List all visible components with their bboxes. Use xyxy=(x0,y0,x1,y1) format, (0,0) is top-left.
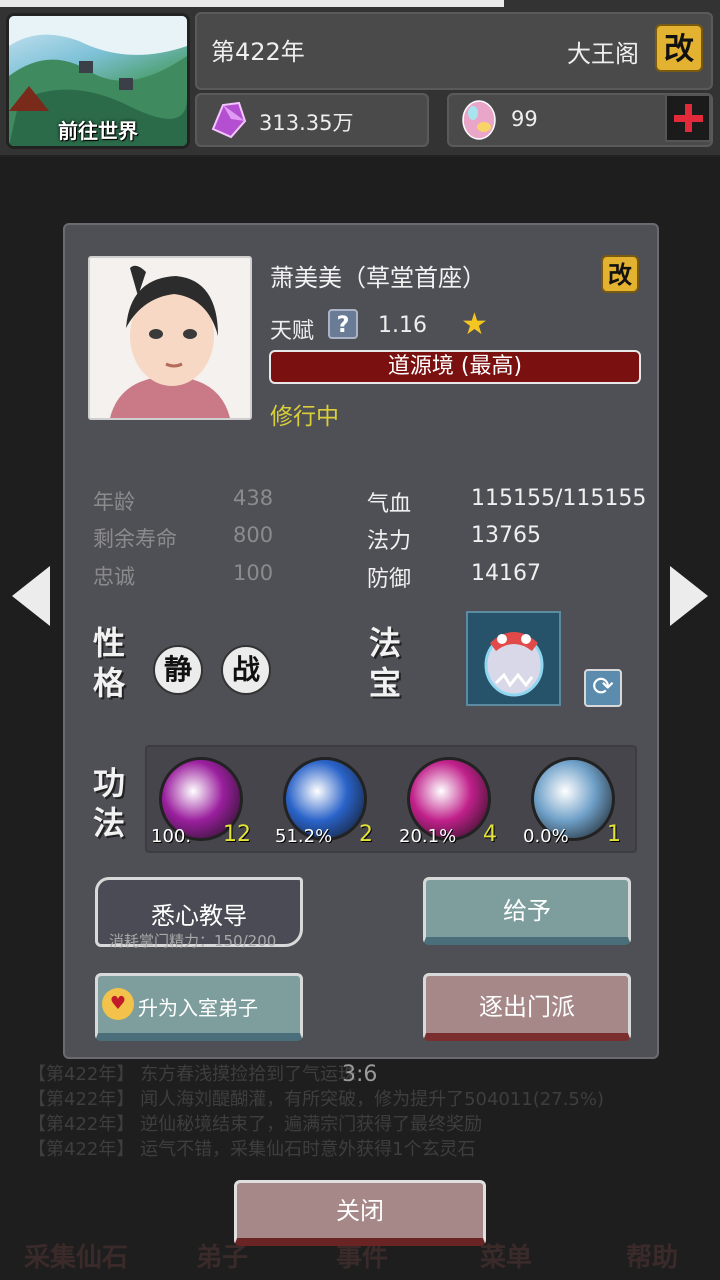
spirit-stone-count: 313.35万 xyxy=(259,111,354,135)
promote-button-label: 升为入室弟子 xyxy=(138,996,258,1020)
stat-label-lifespan: 剩余寿命 xyxy=(93,527,177,551)
skill-level: 4 xyxy=(483,822,497,847)
log-line: 【第422年】 运气不错，采集仙石时意外获得1个玄灵石 xyxy=(28,1139,476,1160)
top-bar: 前往世界 第422年 大王阁 改 313.35万 99 xyxy=(0,0,720,157)
nav-help[interactable]: 帮助 xyxy=(626,1237,678,1274)
gem-panel: 99 xyxy=(447,93,713,147)
add-gems-button[interactable] xyxy=(665,94,711,142)
talent-label: 天赋 xyxy=(270,319,315,344)
stat-label-loyalty: 忠诚 xyxy=(93,565,135,589)
stat-value-mana: 13765 xyxy=(471,523,541,548)
mirror-treasure-icon xyxy=(468,613,559,704)
log-line: 【第422年】 逆仙秘境结束了，遍满宗门获得了最终奖励 xyxy=(28,1114,483,1135)
log-line: 【第422年】 东方春浅摸捡拾到了气运珠 xyxy=(28,1064,357,1085)
stat-value-defense: 14167 xyxy=(471,561,541,586)
top-strip xyxy=(0,0,504,7)
give-button[interactable]: 给予 xyxy=(423,877,631,945)
prev-disciple-arrow-icon[interactable] xyxy=(12,566,50,626)
teach-button-label: 悉心教导 xyxy=(151,902,247,930)
status-text: 修行中 xyxy=(270,404,339,430)
trait-badge[interactable]: 战 xyxy=(221,645,271,695)
star-icon: ★ xyxy=(461,307,488,342)
disciple-detail-dialog: 萧美美（草堂首座） 改 天赋 ? 1.16 ★ 道源境 (最高) 修行中 年龄 … xyxy=(63,223,659,1059)
gem-egg-icon xyxy=(462,100,496,140)
disciple-name: 萧美美（草堂首座） xyxy=(270,264,486,292)
trait-badge[interactable]: 静 xyxy=(153,645,203,695)
year-panel: 第422年 大王阁 改 xyxy=(195,12,713,90)
expel-button[interactable]: 逐出门派 xyxy=(423,973,631,1041)
skill-progress: 20.1% xyxy=(399,826,457,847)
treasure-title-2: 宝 xyxy=(369,664,402,702)
talent-value: 1.16 xyxy=(378,313,427,338)
stat-value-age: 438 xyxy=(233,486,274,510)
skills-panel: 100. 12 51.2% 2 20.1% 4 0.0% 1 xyxy=(145,745,637,853)
year-text: 第422年 xyxy=(211,38,305,66)
rename-sect-button[interactable]: 改 xyxy=(655,24,703,72)
stat-value-hp: 115155/115155 xyxy=(471,486,647,511)
skill-progress: 100. xyxy=(151,826,192,847)
talent-help-icon[interactable]: ? xyxy=(328,309,358,339)
skills-title-1: 功 xyxy=(93,764,126,802)
stat-value-loyalty: 100 xyxy=(233,561,274,585)
treasure-slot[interactable] xyxy=(466,611,561,706)
world-button-label: 前往世界 xyxy=(58,119,138,143)
next-disciple-arrow-icon[interactable] xyxy=(670,566,708,626)
sect-name: 大王阁 xyxy=(567,40,639,68)
personality-title-2: 格 xyxy=(93,664,126,702)
rename-disciple-button[interactable]: 改 xyxy=(601,255,639,293)
treasure-title-1: 法 xyxy=(369,624,402,662)
disciple-portrait xyxy=(88,256,252,420)
heart-eyes-icon: ♥ xyxy=(102,988,134,1020)
portrait-image xyxy=(90,258,250,418)
stat-label-hp: 气血 xyxy=(367,492,412,517)
stat-label-defense: 防御 xyxy=(367,567,412,592)
nav-menu[interactable]: 菜单 xyxy=(480,1237,532,1274)
skill-level: 1 xyxy=(607,822,621,847)
gem-count: 99 xyxy=(511,107,538,131)
swap-treasure-icon[interactable]: ⟳ xyxy=(584,669,622,707)
realm-badge: 道源境 (最高) xyxy=(269,350,641,384)
spirit-stone-panel: 313.35万 xyxy=(195,93,429,147)
personality-title-1: 性 xyxy=(93,624,126,662)
nav-gather[interactable]: 采集仙石 xyxy=(24,1237,128,1274)
clock: 3:6 xyxy=(342,1062,378,1087)
teach-cost-text: 消耗掌门精力：150/200 xyxy=(109,932,277,950)
spirit-stone-icon xyxy=(211,101,247,139)
promote-button[interactable]: ♥ 升为入室弟子 xyxy=(95,973,303,1041)
plus-icon xyxy=(674,104,703,132)
skills-title-2: 法 xyxy=(93,804,126,842)
stat-label-age: 年龄 xyxy=(93,490,135,514)
close-button[interactable]: 关闭 xyxy=(234,1180,486,1246)
stat-value-lifespan: 800 xyxy=(233,523,274,547)
stat-label-mana: 法力 xyxy=(367,529,412,554)
log-line: 【第422年】 闻人海刘醍醐灌，有所突破，修为提升了504011(27.5%) xyxy=(28,1089,605,1110)
skill-level: 12 xyxy=(223,822,251,847)
skill-progress: 0.0% xyxy=(523,826,569,847)
skill-level: 2 xyxy=(359,822,373,847)
world-map-button[interactable]: 前往世界 xyxy=(6,13,190,149)
skill-progress: 51.2% xyxy=(275,826,333,847)
